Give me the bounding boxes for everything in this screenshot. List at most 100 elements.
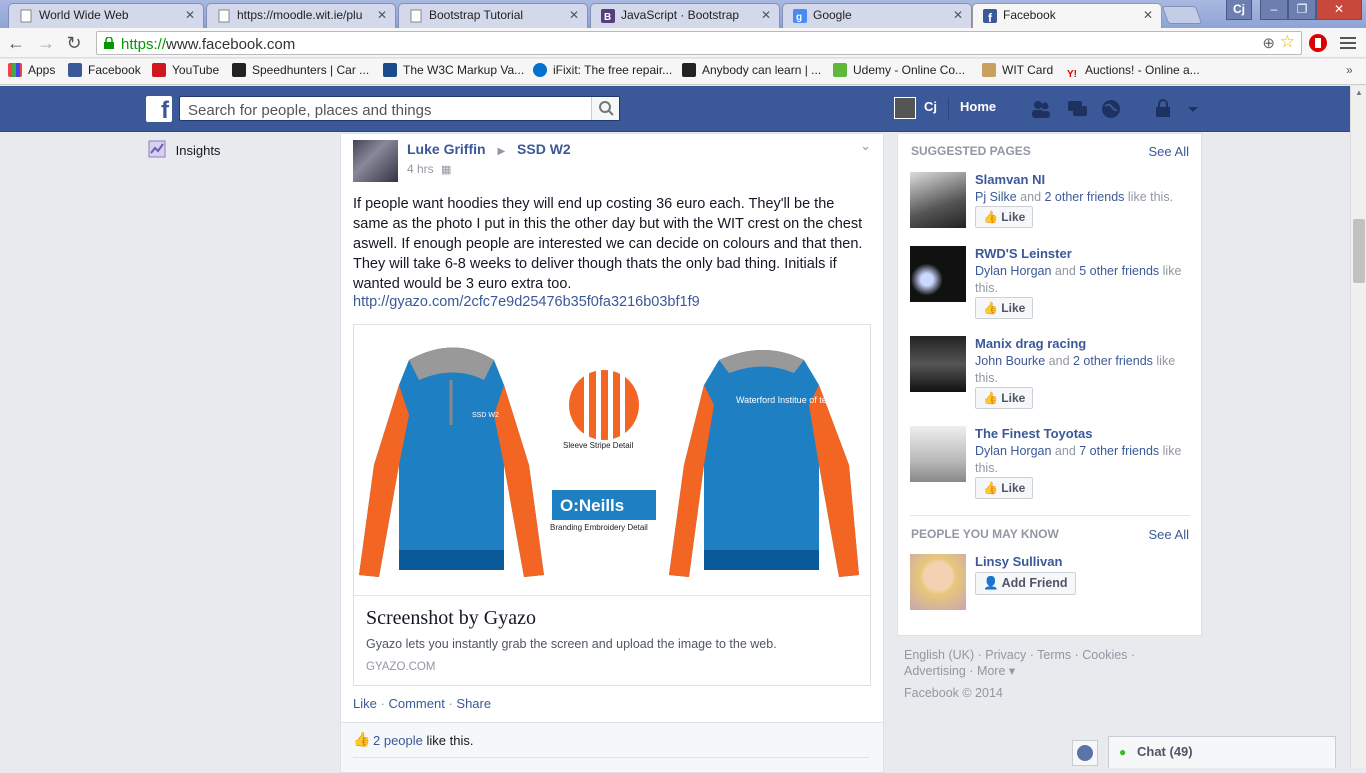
browser-tab-javascript-bootstrap[interactable]: B JavaScript · Bootstrap ✕ <box>590 3 780 28</box>
sidebar-item-insights[interactable]: Insights <box>148 140 220 158</box>
page-name[interactable]: Manix drag racing <box>975 336 1086 351</box>
bookmarks-overflow-icon[interactable]: » <box>1346 63 1353 77</box>
close-tab-icon[interactable]: ✕ <box>761 8 771 22</box>
star-icon[interactable]: ☆ <box>1280 32 1295 52</box>
close-window-button[interactable]: ✕ <box>1316 0 1362 20</box>
browser-tab-google[interactable]: g Google ✕ <box>782 3 972 28</box>
bookmark-ifixit[interactable]: iFixit: The free repair... <box>533 63 672 77</box>
likers-link[interactable]: 2 people <box>373 733 423 748</box>
friend-link[interactable]: Dylan Horgan <box>975 444 1051 458</box>
like-link[interactable]: Like <box>353 696 377 711</box>
profile-link[interactable]: Cj <box>924 99 937 114</box>
notifications-globe-icon[interactable] <box>1100 98 1122 120</box>
tab-label: Facebook <box>1003 8 1056 22</box>
bookmark-speedhunters[interactable]: Speedhunters | Car ... <box>232 63 369 77</box>
like-page-button[interactable]: 👍 Like <box>975 387 1034 409</box>
post-timestamp[interactable]: 4 hrs <box>407 162 434 176</box>
group-name[interactable]: SSD W2 <box>517 141 571 157</box>
apps-grid-icon <box>8 63 22 77</box>
page-name[interactable]: The Finest Toyotas <box>975 426 1093 441</box>
messages-icon[interactable] <box>1066 98 1088 120</box>
person-name[interactable]: Linsy Sullivan <box>975 554 1062 569</box>
front-crest-text: SSD W2 <box>472 412 499 419</box>
tab-label: Google <box>813 8 852 22</box>
thumbs-up-icon: 👍 <box>983 210 998 224</box>
privacy-shortcuts-icon[interactable] <box>1152 98 1174 120</box>
profile-button[interactable]: Cj <box>1226 0 1252 20</box>
close-tab-icon[interactable]: ✕ <box>185 8 195 22</box>
thumbs-up-icon: 👍 <box>983 481 998 495</box>
friend-link[interactable]: Dylan Horgan <box>975 264 1051 278</box>
browser-tab-world-wide-web[interactable]: World Wide Web ✕ <box>8 3 204 28</box>
close-tab-icon[interactable]: ✕ <box>953 8 963 22</box>
globe-chat-button[interactable] <box>1072 740 1098 766</box>
other-friends-link[interactable]: 2 other friends <box>1045 190 1125 204</box>
friend-link[interactable]: John Bourke <box>975 354 1045 368</box>
suggested-see-all-link[interactable]: See All <box>1149 144 1189 159</box>
browser-tab-moodle[interactable]: https://moodle.wit.ie/plu ✕ <box>206 3 396 28</box>
address-bar[interactable]: https://www.facebook.com ⊕ ☆ <box>96 31 1302 55</box>
home-link[interactable]: Home <box>960 99 996 114</box>
back-arrow-icon[interactable]: ← <box>4 31 28 55</box>
browser-tab-facebook[interactable]: f Facebook ✕ <box>972 3 1162 29</box>
minimize-button[interactable]: – <box>1260 0 1288 20</box>
page-scrollbar[interactable]: ▲ <box>1350 86 1366 768</box>
reload-icon[interactable]: ↻ <box>62 31 86 55</box>
other-friends-link[interactable]: 5 other friends <box>1079 264 1159 278</box>
page-thumbnail[interactable] <box>910 336 966 392</box>
settings-chevron-down-icon[interactable] <box>1182 98 1204 120</box>
people-see-all-link[interactable]: See All <box>1149 527 1189 542</box>
adblock-icon[interactable] <box>1308 33 1328 53</box>
scrollbar-thumb[interactable] <box>1353 219 1365 283</box>
author-avatar[interactable] <box>353 140 398 182</box>
footer-links-line2[interactable]: Advertising · More ▾ <box>904 663 1135 679</box>
close-tab-icon[interactable]: ✕ <box>1143 8 1153 22</box>
post-link[interactable]: http://gyazo.com/2cfc7e9d25476b35f0fa321… <box>353 294 700 310</box>
like-page-button[interactable]: 👍 Like <box>975 477 1034 499</box>
bookmark-auctions[interactable]: Y! Auctions! - Online a... <box>1065 63 1200 83</box>
bookmark-w3c[interactable]: The W3C Markup Va... <box>383 63 524 77</box>
page-thumbnail[interactable] <box>910 172 966 228</box>
add-friend-button[interactable]: 👤 Add Friend <box>975 572 1076 595</box>
close-tab-icon[interactable]: ✕ <box>569 8 579 22</box>
profile-avatar[interactable] <box>894 97 916 119</box>
page-thumbnail[interactable] <box>910 246 966 302</box>
bookmark-apps[interactable]: Apps <box>8 63 55 77</box>
bookmark-facebook[interactable]: Facebook <box>68 63 141 77</box>
card-title[interactable]: Screenshot by Gyazo <box>366 607 536 630</box>
bookmark-codecademy[interactable]: Anybody can learn | ... <box>682 63 821 77</box>
other-friends-link[interactable]: 2 other friends <box>1073 354 1153 368</box>
facebook-logo-icon[interactable]: f <box>146 96 172 124</box>
yahoo-icon: Y! <box>1065 69 1079 83</box>
comment-link[interactable]: Comment <box>388 696 444 711</box>
scroll-up-icon[interactable]: ▲ <box>1355 88 1363 97</box>
browser-tab-bootstrap-tutorial[interactable]: Bootstrap Tutorial ✕ <box>398 3 588 28</box>
author-name[interactable]: Luke Griffin <box>407 141 486 157</box>
like-page-button[interactable]: 👍 Like <box>975 206 1034 228</box>
like-page-button[interactable]: 👍 Like <box>975 297 1034 319</box>
globe-icon <box>1077 745 1093 761</box>
chat-bar[interactable]: ● Chat (49) <box>1108 736 1336 768</box>
bookmark-wit-card[interactable]: WIT Card <box>982 63 1053 77</box>
share-link[interactable]: Share <box>456 696 491 711</box>
page-name[interactable]: RWD'S Leinster <box>975 246 1072 261</box>
search-button[interactable] <box>591 97 619 120</box>
bookmark-youtube[interactable]: YouTube <box>152 63 219 77</box>
link-attachment-card[interactable]: SSD W2 Sleeve Stripe Detail O:Neills Bra… <box>353 324 871 686</box>
forward-arrow-icon[interactable]: → <box>34 31 58 55</box>
page-thumbnail[interactable] <box>910 426 966 482</box>
friend-requests-icon[interactable] <box>1030 98 1052 120</box>
person-avatar[interactable] <box>910 554 966 610</box>
new-tab-button[interactable] <box>1161 6 1203 24</box>
maximize-button[interactable]: ❐ <box>1288 0 1316 20</box>
zoom-icon[interactable]: ⊕ <box>1262 34 1275 52</box>
search-input[interactable]: Search for people, places and things <box>179 96 620 121</box>
bookmark-udemy[interactable]: Udemy - Online Co... <box>833 63 965 77</box>
menu-icon[interactable] <box>1340 34 1356 50</box>
close-tab-icon[interactable]: ✕ <box>377 8 387 22</box>
post-options-chevron-down-icon[interactable]: ⌄ <box>860 138 871 154</box>
page-name[interactable]: Slamvan NI <box>975 172 1045 187</box>
footer-links-line1[interactable]: English (UK) · Privacy · Terms · Cookies… <box>904 647 1135 663</box>
friend-link[interactable]: Pj Silke <box>975 190 1017 204</box>
other-friends-link[interactable]: 7 other friends <box>1079 444 1159 458</box>
